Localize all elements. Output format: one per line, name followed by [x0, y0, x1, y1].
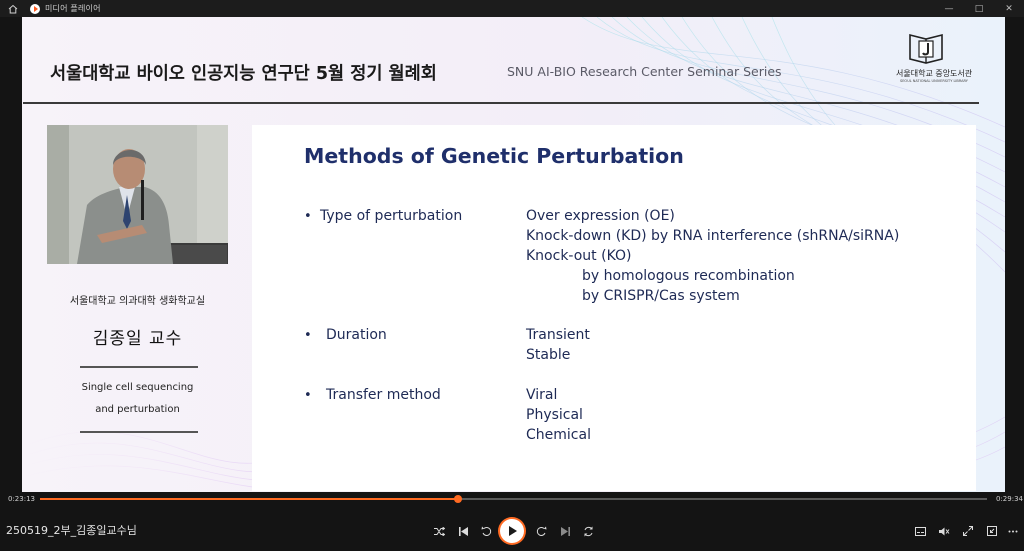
- slide-title: Methods of Genetic Perturbation: [304, 144, 684, 168]
- fullscreen-icon[interactable]: [961, 524, 975, 538]
- seminar-series-subtitle: SNU AI-BIO Research Center Seminar Serie…: [507, 64, 782, 79]
- row-label-type: Type of perturbation: [320, 208, 463, 224]
- subtitle-icon[interactable]: [913, 524, 927, 538]
- window-title-bar: 미디어 플레이어 — □ ✕: [0, 0, 1024, 17]
- minimize-button[interactable]: —: [934, 0, 964, 17]
- window-title: 미디어 플레이어: [45, 4, 101, 13]
- file-name: 250519_2부_김종일교수님: [6, 524, 137, 537]
- row-value: Physical: [526, 407, 583, 423]
- maximize-button[interactable]: □: [964, 0, 994, 17]
- app-logo-icon: [30, 3, 40, 14]
- row-value: Viral: [526, 387, 558, 403]
- rewind-icon[interactable]: [479, 524, 493, 538]
- speaker-divider-top: [80, 366, 198, 368]
- row-value: Over expression (OE): [526, 208, 675, 224]
- current-time: 0:23:13: [8, 495, 35, 503]
- bullet-icon: •: [304, 209, 312, 224]
- video-frame[interactable]: 서울대학교 바이오 인공지능 연구단 5월 정기 월례회 SNU AI-BIO …: [22, 17, 1005, 492]
- row-label-transfer: Transfer method: [326, 387, 441, 403]
- speaker-name: 김종일 교수: [92, 329, 183, 349]
- volume-icon[interactable]: [937, 524, 951, 538]
- prev-icon[interactable]: [456, 524, 470, 538]
- next-icon[interactable]: [558, 524, 572, 538]
- speaker-topic-line1: Single cell sequencing: [81, 382, 194, 393]
- bullet-icon: •: [304, 388, 312, 403]
- seek-bar[interactable]: [40, 495, 987, 503]
- row-value: Knock-out (KO): [526, 248, 632, 264]
- repeat-icon[interactable]: [581, 524, 595, 538]
- player-controls: 0:23:13 0:29:34 250519_2부_김종일교수님: [0, 492, 1024, 551]
- row-label-duration: Duration: [326, 327, 387, 343]
- speaker-video-feed: [47, 125, 228, 264]
- forward-icon[interactable]: [534, 524, 548, 538]
- speaker-divider-bottom: [80, 431, 198, 433]
- pip-icon[interactable]: [985, 524, 999, 538]
- seek-bar-handle[interactable]: [453, 495, 462, 503]
- seminar-title: 서울대학교 바이오 인공지능 연구단 5월 정기 월례회: [50, 64, 437, 84]
- row-value: Chemical: [526, 427, 591, 443]
- row-value: Transient: [526, 327, 590, 343]
- presentation-slide: Methods of Genetic Perturbation • Type o…: [252, 125, 976, 491]
- row-value: by CRISPR/Cas system: [582, 288, 740, 304]
- row-value: Stable: [526, 347, 571, 363]
- shuffle-icon[interactable]: [432, 524, 446, 538]
- row-value: by homologous recombination: [582, 268, 795, 284]
- library-name: 서울대학교 중앙도서관: [896, 69, 973, 78]
- bullet-icon: •: [304, 328, 312, 343]
- header-divider: [23, 102, 979, 104]
- library-name-en: SEOUL NATIONAL UNIVERSITY LIBRARY: [900, 79, 968, 83]
- home-icon[interactable]: [7, 3, 19, 15]
- more-icon[interactable]: [1006, 524, 1020, 538]
- seek-bar-progress: [40, 498, 458, 500]
- play-icon: [509, 526, 517, 536]
- library-logo-icon: [898, 29, 954, 97]
- speaker-affiliation: 서울대학교 의과대학 생화학교실: [69, 296, 206, 307]
- speaker-topic-line2: and perturbation: [95, 404, 180, 415]
- close-button[interactable]: ✕: [994, 0, 1024, 17]
- row-value: Knock-down (KD) by RNA interference (shR…: [526, 228, 900, 244]
- play-button[interactable]: [500, 519, 524, 543]
- total-time: 0:29:34: [996, 495, 1023, 503]
